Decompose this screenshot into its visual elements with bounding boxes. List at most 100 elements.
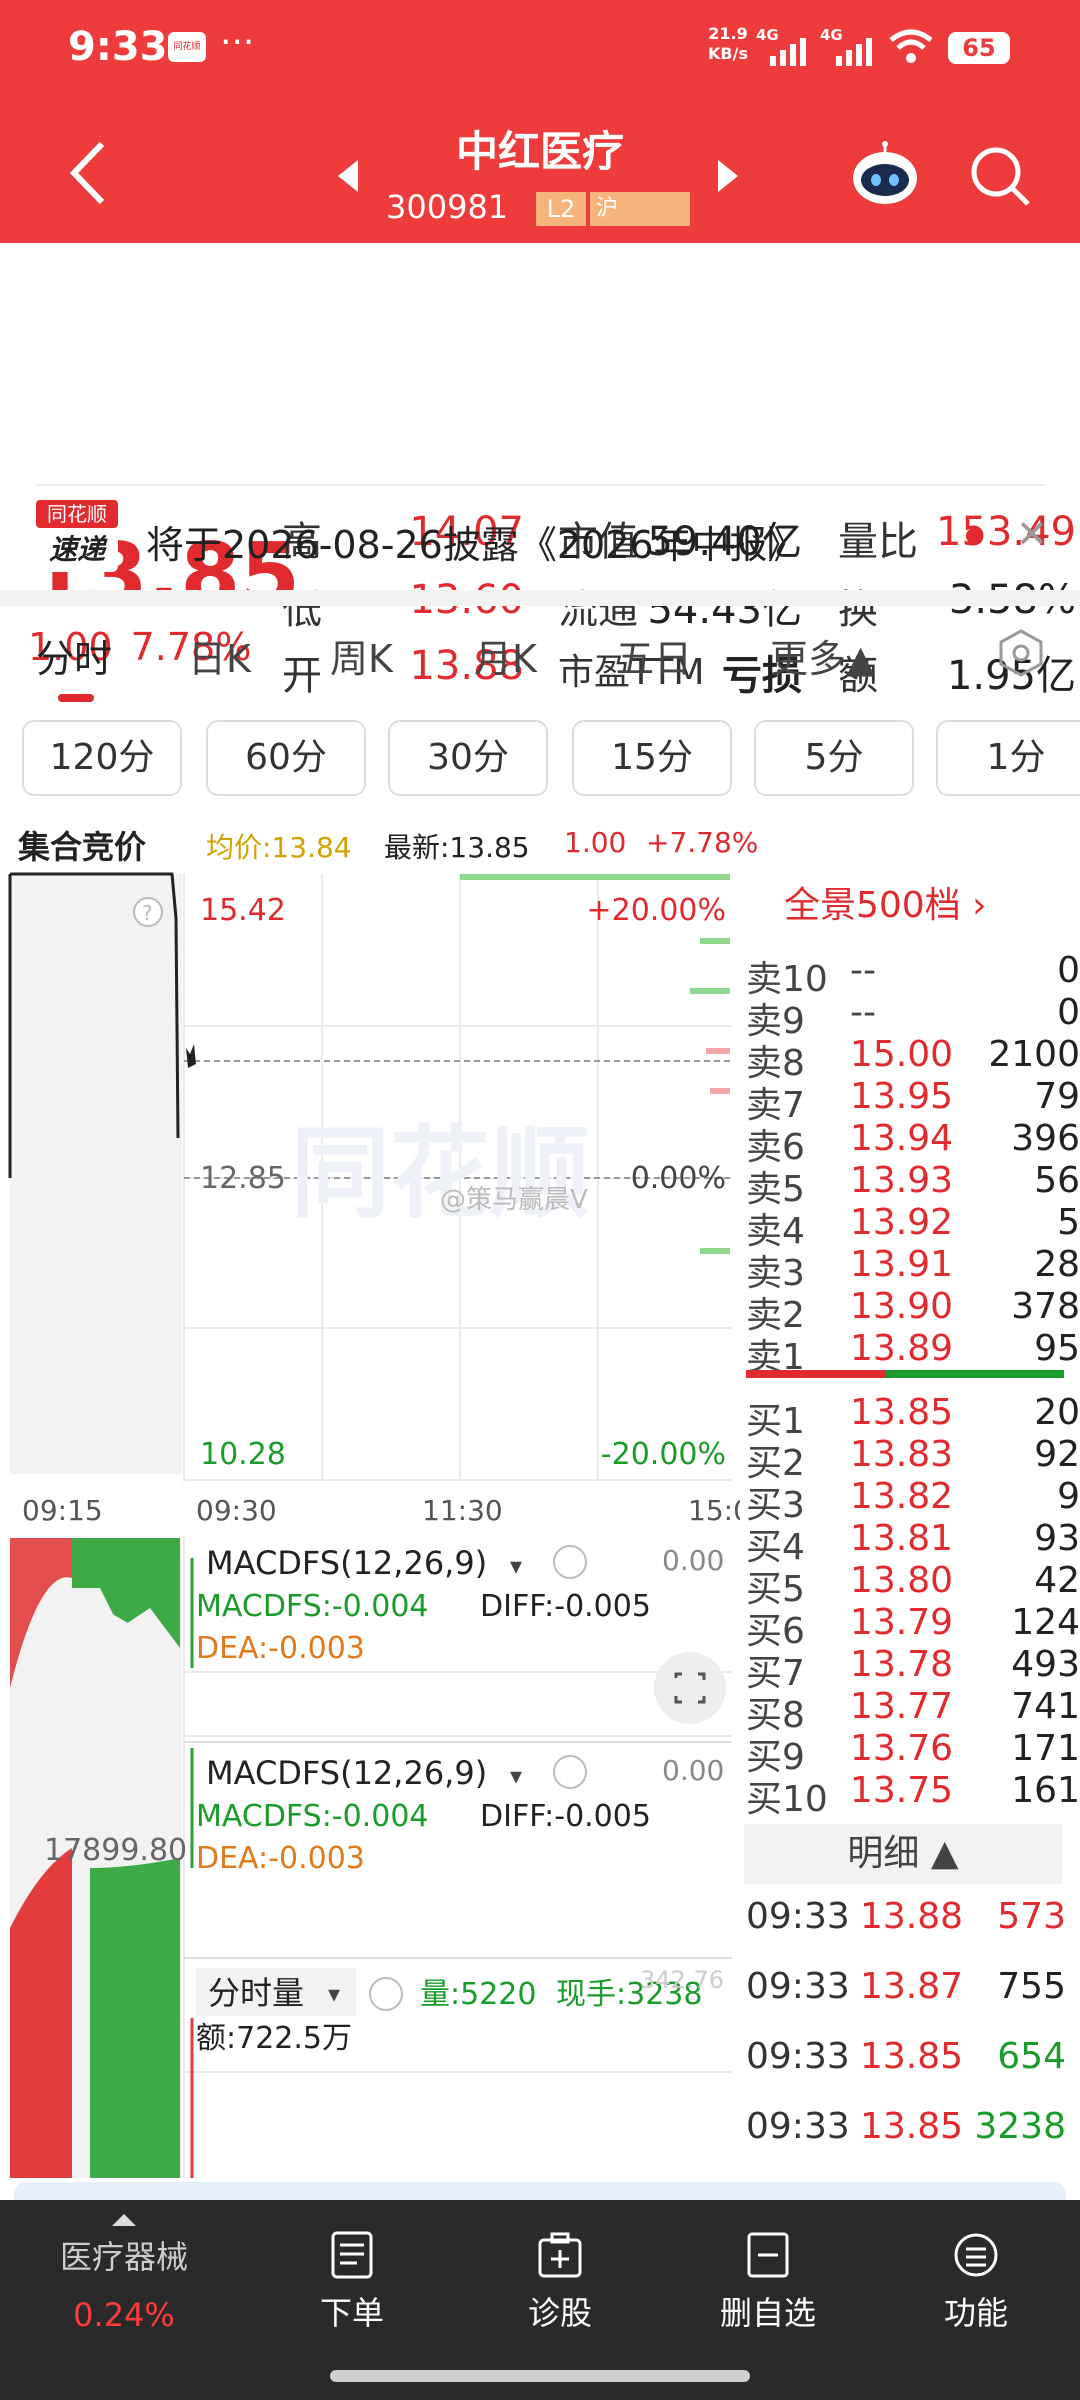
tab-intraday[interactable]: 分时 [36,628,112,683]
diagnose-kit-icon [538,2232,582,2278]
bid-volume: 9 [1057,1476,1080,1517]
ask-row[interactable]: 卖4 13.92 5 [740,1202,1080,1252]
bid-volume: 124 [1011,1602,1080,1643]
top-header: 9:33 同花顺 ··· 21.9 KB/s 4G 4G 65 中红医疗 3009… [0,0,1080,243]
ask-row[interactable]: 卖8 15.00 2100 [740,1034,1080,1084]
bid-volume: 92 [1034,1434,1080,1475]
net-speed-value: 21.9 [708,24,748,43]
order-label: 下单 [319,2294,384,2332]
trade-time: 09:33 [746,1896,850,1937]
bid-row[interactable]: 买4 13.81 93 [740,1518,1080,1568]
ask-row[interactable]: 卖2 13.90 378 [740,1286,1080,1336]
period-1min[interactable]: 1分 [936,720,1080,796]
stock-code: 300981 [386,188,509,226]
ask-row[interactable]: 卖3 13.91 28 [740,1244,1080,1294]
diagnose-label: 诊股 [527,2294,592,2332]
ask-price: 15.00 [850,1034,954,1075]
ask-row[interactable]: 卖9 -- 0 [740,992,1080,1042]
macd1-dropdown-icon[interactable]: ▾ [510,1552,522,1580]
section-separator [0,590,1080,606]
fullscreen-button[interactable] [654,1652,726,1724]
vol-title[interactable]: 分时量 [208,1974,304,2012]
ask-volume: 0 [1057,950,1080,991]
time-0915: 09:15 [22,1494,103,1527]
vol-money: 额:722.5万 [196,2021,352,2056]
active-tab-indicator [58,694,94,702]
chart-max-pct: +20.00% [586,893,726,928]
home-indicator[interactable] [330,2370,750,2382]
bid-row[interactable]: 买2 13.83 92 [740,1434,1080,1484]
period-120min[interactable]: 120分 [22,720,182,796]
full-depth-label: 全景500档 [784,885,961,926]
period-15min[interactable]: 15分 [572,720,732,796]
close-icon[interactable]: ✕ [1016,512,1048,556]
bid-row[interactable]: 买9 13.76 171 [740,1728,1080,1778]
macd2-macdfs: MACDFS:-0.004 [196,1799,429,1834]
assistant-robot-icon[interactable] [850,140,920,210]
order-button[interactable]: 下单 [282,2230,422,2334]
diagnose-button[interactable]: 诊股 [490,2230,630,2334]
open-label: 开 [282,653,322,699]
macd1-help-icon[interactable] [553,1545,587,1579]
bid-row[interactable]: 买1 13.85 20 [740,1392,1080,1442]
search-icon[interactable] [968,144,1032,208]
bid-row[interactable]: 买3 13.82 9 [740,1476,1080,1526]
detail-header[interactable]: 明细 ▲ [744,1824,1062,1884]
period-5min[interactable]: 5分 [754,720,914,796]
remove-watchlist-button[interactable]: 删自选 [698,2230,838,2334]
trade-time: 09:33 [746,2106,850,2147]
bid-price: 13.80 [850,1560,954,1601]
bid-volume: 493 [1011,1644,1080,1685]
status-time: 9:33 [68,24,168,70]
notice-text[interactable]: 将于2026-08-26披露《2026年中报》 [146,514,806,569]
bid-row[interactable]: 买10 13.75 161 [740,1770,1080,1820]
tab-monthly-k[interactable]: 月K [474,628,537,683]
more-notifications-icon: ··· [220,22,255,63]
info-pct: +7.78% [646,826,759,859]
vol-help-icon[interactable] [369,1977,403,2011]
ask-row[interactable]: 卖10 -- 0 [740,950,1080,1000]
bid-row[interactable]: 买7 13.78 493 [740,1644,1080,1694]
ask-volume: 378 [1011,1286,1080,1327]
ask-row[interactable]: 卖7 13.95 79 [740,1076,1080,1126]
macd2-zero: 0.00 [662,1754,724,1787]
macd1-title[interactable]: MACDFS(12,26,9) [206,1544,487,1582]
ask-row[interactable]: 卖1 13.89 95 [740,1328,1080,1378]
function-label: 功能 [943,2294,1008,2332]
tab-five-day[interactable]: 五日 [616,628,692,683]
tab-more[interactable]: 更多▲ [770,628,875,683]
tab-daily-k[interactable]: 日K [188,628,251,683]
vol-dropdown-icon[interactable]: ▾ [328,1980,340,2008]
period-60min[interactable]: 60分 [206,720,366,796]
ask-row[interactable]: 卖5 13.93 56 [740,1160,1080,1210]
macd2-title[interactable]: MACDFS(12,26,9) [206,1754,487,1792]
bid-row[interactable]: 买8 13.77 741 [740,1686,1080,1736]
macd2-dropdown-icon[interactable]: ▾ [510,1762,522,1790]
ask-row[interactable]: 卖6 13.94 396 [740,1118,1080,1168]
time-1500: 15:00 [688,1494,740,1527]
sector-button[interactable]: 医疗器械 0.24% [54,2214,194,2334]
auction-label[interactable]: 集合竞价 [18,822,146,868]
sector-name: 医疗器械 [59,2238,188,2276]
bid-row[interactable]: 买6 13.79 124 [740,1602,1080,1652]
weibo-watermark: @策马赢晨V [440,1185,588,1215]
macd1-macdfs: MACDFS:-0.004 [196,1589,429,1624]
level2-badge[interactable]: L2 [536,192,586,226]
bid-price: 13.76 [850,1728,954,1769]
chart-max-price: 15.42 [200,893,286,928]
macd2-help-icon[interactable] [553,1755,587,1789]
full-depth-link[interactable]: 全景500档 › [784,876,987,928]
next-stock-icon[interactable] [718,160,738,192]
tab-weekly-k[interactable]: 周K [330,628,393,683]
network-speed: 21.9 KB/s [708,24,748,64]
intraday-chart[interactable]: ? 15.42 +20.00% 12.85 0.00% 10.28 -20.00… [0,868,740,2178]
settings-hexagon-icon[interactable] [996,628,1046,678]
bid-row[interactable]: 买5 13.80 42 [740,1560,1080,1610]
intraday-info-row: 集合竞价 均价:13.84 最新:13.85 1.00 +7.78% [0,812,758,872]
market-tag: 沪 [590,192,690,226]
bid-volume: 741 [1011,1686,1080,1727]
function-button[interactable]: 功能 [906,2230,1046,2334]
trade-volume: 3238 [974,2106,1066,2147]
period-30min[interactable]: 30分 [388,720,548,796]
minus-box-icon [747,2232,789,2278]
